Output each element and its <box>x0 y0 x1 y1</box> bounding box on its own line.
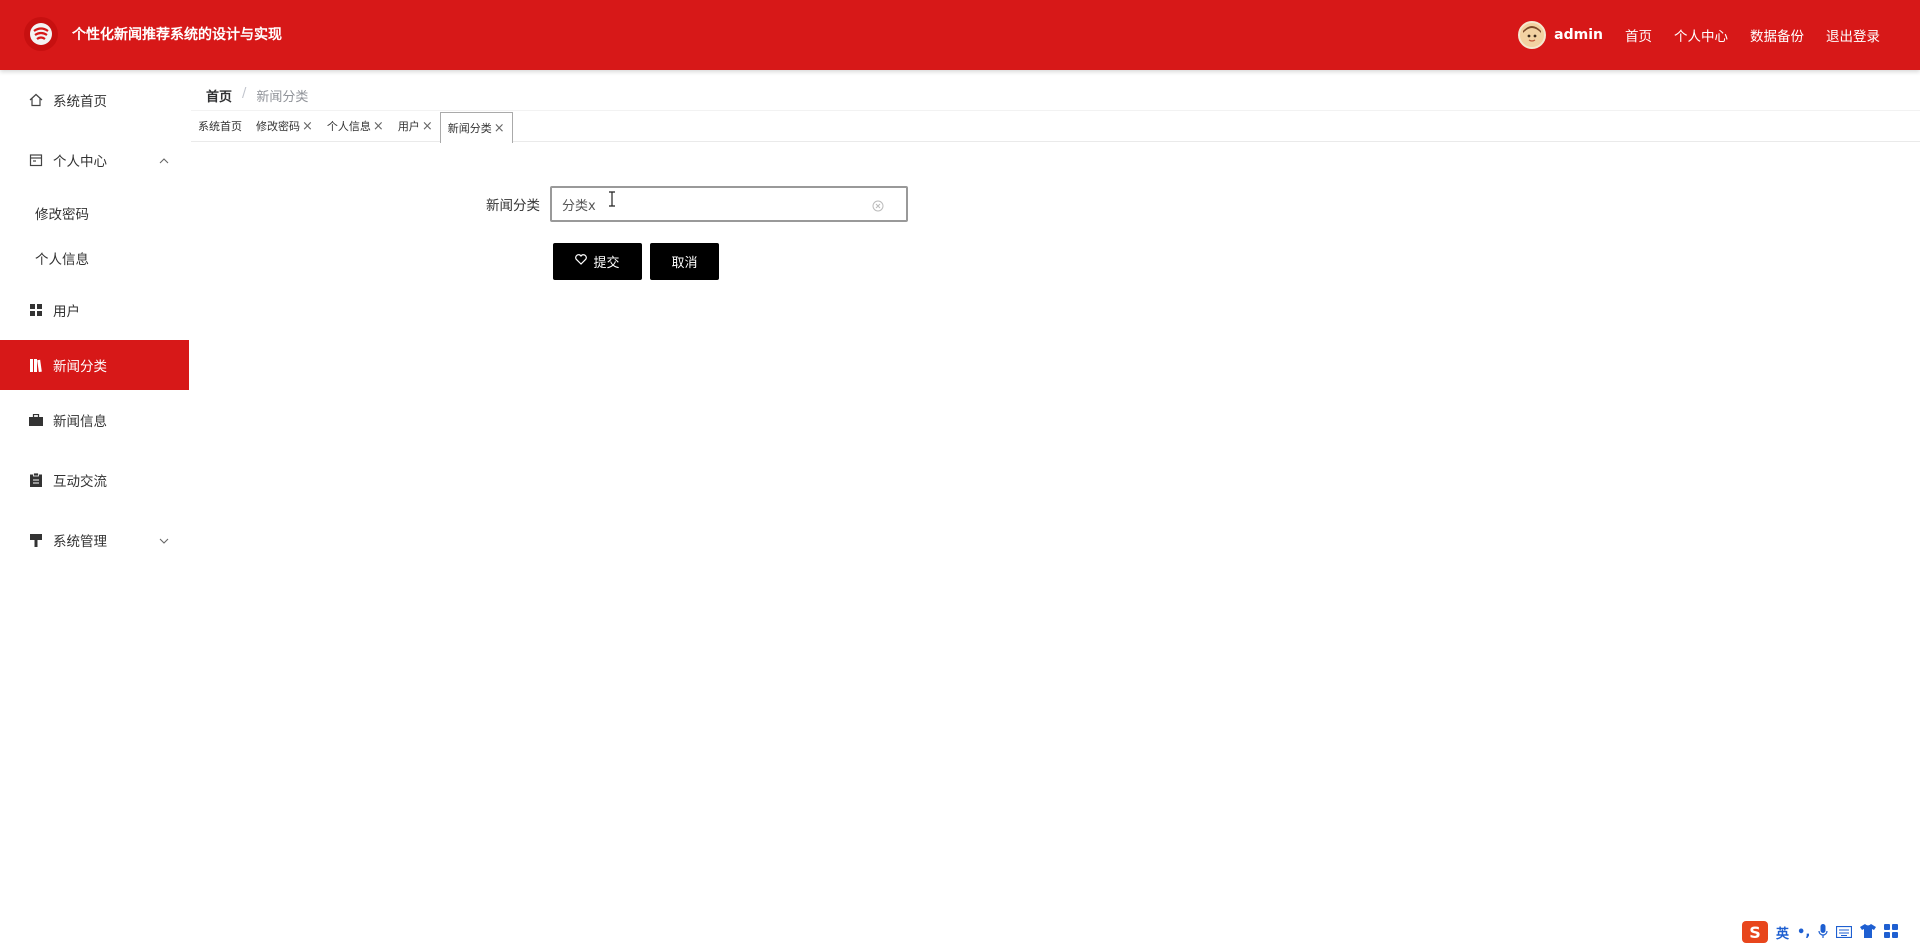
briefcase-icon <box>28 412 44 428</box>
sogou-logo-icon[interactable]: S <box>1742 921 1768 943</box>
username: admin <box>1554 27 1603 43</box>
sidebar-item-label: 个人中心 <box>53 154 107 170</box>
tab-news-category[interactable]: 新闻分类 × <box>439 112 513 143</box>
news-category-label: 新闻分类 <box>486 198 540 214</box>
news-category-field[interactable] <box>550 186 908 222</box>
tab-system-home[interactable]: 系统首页 <box>191 112 249 140</box>
nav-logout-link[interactable]: 退出登录 <box>1826 25 1880 45</box>
sidebar-item-news-info[interactable]: 新闻信息 <box>0 390 189 450</box>
tab-label: 系统首页 <box>198 120 242 133</box>
nav-profile-link[interactable]: 个人中心 <box>1674 25 1728 45</box>
clipboard-icon <box>28 472 44 488</box>
user-box[interactable]: admin <box>1518 21 1603 49</box>
sidebar-item-label: 新闻分类 <box>53 359 107 375</box>
sidebar-item-label: 系统管理 <box>53 534 107 550</box>
cancel-button[interactable]: 取消 <box>650 243 719 280</box>
breadcrumb: 首页 / 新闻分类 <box>206 86 308 105</box>
sidebar-item-label: 新闻信息 <box>53 414 107 430</box>
toolbox-grid-icon[interactable] <box>1884 923 1899 942</box>
grid-icon <box>28 302 44 318</box>
app-title: 个性化新闻推荐系统的设计与实现 <box>72 27 282 43</box>
heart-icon <box>575 254 588 269</box>
sidebar-item-label: 系统首页 <box>53 94 107 110</box>
news-category-form-row: 新闻分类 <box>486 186 908 222</box>
sidebar-item-label: 互动交流 <box>53 474 107 490</box>
submit-label: 提交 <box>593 256 620 271</box>
text-cursor-icon <box>608 191 616 211</box>
skin-shirt-icon[interactable] <box>1860 923 1877 942</box>
sidebar-item-users[interactable]: 用户 <box>0 280 189 340</box>
avatar[interactable] <box>1518 21 1547 49</box>
ime-mode[interactable]: 英 <box>1776 923 1789 942</box>
sidebar-subitem-change-password[interactable]: 修改密码 <box>0 190 189 235</box>
tab-label: 用户 <box>397 120 420 133</box>
chevron-down-icon <box>159 532 169 548</box>
tab-users[interactable]: 用户 × <box>391 112 440 140</box>
sidebar-item-interaction[interactable]: 互动交流 <box>0 450 189 510</box>
nav-home-link[interactable]: 首页 <box>1625 25 1652 45</box>
sidebar-item-home[interactable]: 系统首页 <box>0 70 189 130</box>
close-icon[interactable]: × <box>494 121 505 136</box>
tab-change-password[interactable]: 修改密码 × <box>249 112 320 140</box>
clear-icon[interactable] <box>872 197 884 216</box>
form-actions: 提交 取消 <box>553 243 719 280</box>
tab-label: 修改密码 <box>256 120 300 133</box>
keyboard-icon[interactable] <box>1836 923 1853 942</box>
sidebar-item-profile-center[interactable]: 个人中心 <box>0 130 189 190</box>
news-category-input[interactable] <box>552 188 906 220</box>
logo-icon <box>30 23 52 45</box>
close-icon[interactable]: × <box>302 119 313 134</box>
sidebar-item-system-management[interactable]: 系统管理 <box>0 510 189 570</box>
home-icon <box>28 92 44 108</box>
breadcrumb-current: 新闻分类 <box>256 90 309 105</box>
nav-backup-link[interactable]: 数据备份 <box>1750 25 1804 45</box>
breadcrumb-separator: / <box>242 86 247 101</box>
sidebar-item-news-category[interactable]: 新闻分类 <box>0 340 189 390</box>
ime-toolbar: S 英 •, <box>1742 920 1899 944</box>
sidebar-subitem-personal-info[interactable]: 个人信息 <box>0 235 189 280</box>
hammer-icon <box>28 532 44 548</box>
calendar-icon <box>28 152 44 168</box>
app-logo <box>24 17 58 51</box>
chevron-up-icon <box>159 152 169 168</box>
close-icon[interactable]: × <box>422 119 433 134</box>
avatar-face-icon <box>1520 23 1545 47</box>
breadcrumb-home[interactable]: 首页 <box>206 86 232 105</box>
tab-personal-info[interactable]: 个人信息 × <box>320 112 391 140</box>
tab-label: 新闻分类 <box>447 122 492 135</box>
sidebar: 系统首页 个人中心 修改密码 个人信息 用户 新闻分类 新闻信息 互动交流 系统… <box>0 70 189 944</box>
sidebar-item-label: 用户 <box>53 304 80 320</box>
close-icon[interactable]: × <box>373 119 384 134</box>
top-header: 个性化新闻推荐系统的设计与实现 admin 首页 个人中心 数据备份 退出登录 <box>0 0 1920 70</box>
microphone-icon[interactable] <box>1818 923 1828 942</box>
tab-bar: 系统首页 修改密码 × 个人信息 × 用户 × 新闻分类 × <box>191 110 1920 143</box>
ime-punctuation[interactable]: •, <box>1797 925 1810 940</box>
submit-button[interactable]: 提交 <box>553 243 642 280</box>
book-icon <box>28 357 44 373</box>
tab-label: 个人信息 <box>326 120 371 133</box>
